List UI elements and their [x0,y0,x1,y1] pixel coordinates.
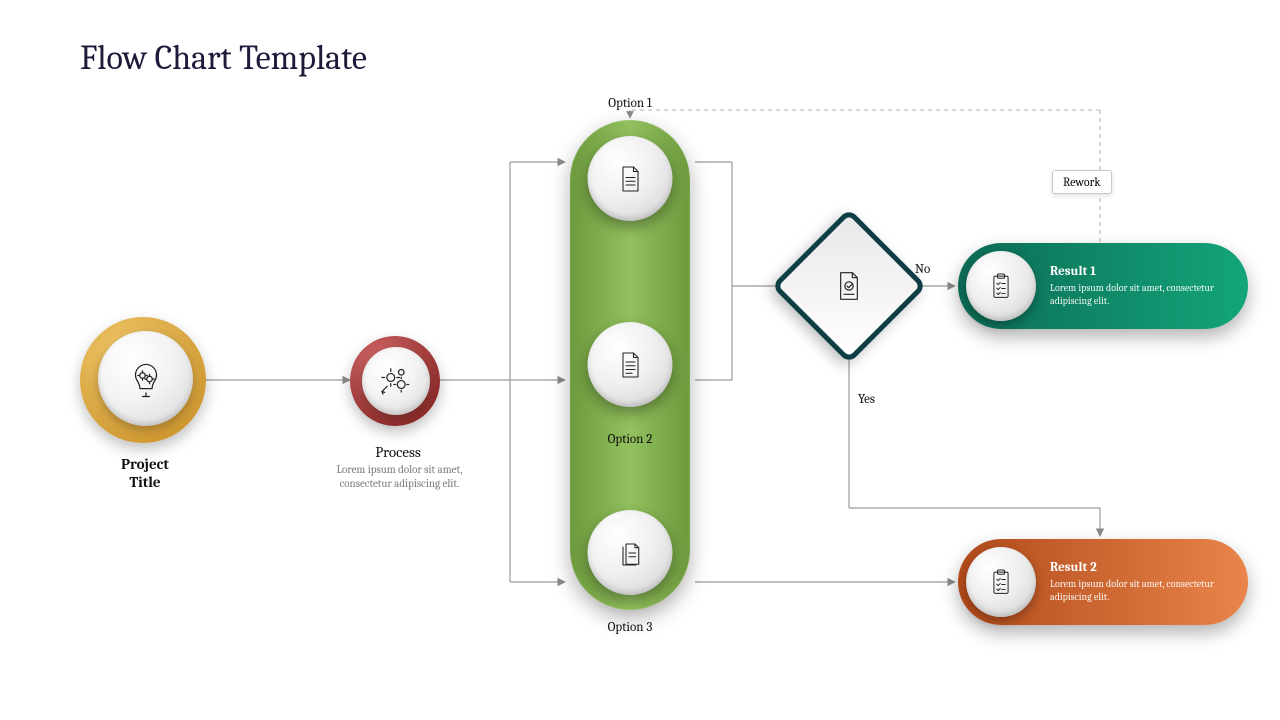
document-stack-icon [612,535,648,571]
flowchart-canvas: Flow Chart Template [0,0,1280,720]
result1-desc: Lorem ipsum dolor sit amet, consectetur … [1050,282,1230,308]
result1-node: Result 1 Lorem ipsum dolor sit amet, con… [958,243,1248,329]
project-node [80,317,206,443]
idea-gears-icon [125,358,167,400]
option3-node [588,510,673,595]
clipboard-checklist-icon [984,269,1018,303]
rework-tag: Rework [1052,170,1112,194]
process-desc: Lorem ipsum dolor sit amet, consectetur … [312,463,487,492]
option2-label: Option 2 [590,432,670,447]
decision-yes-label: Yes [858,392,875,407]
document-lines-icon [612,347,648,383]
verify-document-icon [829,266,869,306]
gears-icon [375,360,417,402]
decision-no-label: No [915,262,930,277]
option3-label: Option 3 [590,620,670,635]
options-column [570,120,690,610]
clipboard-checklist-icon [984,565,1018,599]
result2-title: Result 2 [1050,560,1230,575]
option2-node [588,322,673,407]
option1-label: Option 1 [590,96,670,111]
result1-title: Result 1 [1050,264,1230,279]
process-node [350,336,440,426]
result2-node: Result 2 Lorem ipsum dolor sit amet, con… [958,539,1248,625]
process-label: Process [358,443,438,461]
result2-desc: Lorem ipsum dolor sit amet, consectetur … [1050,578,1230,604]
project-label: Project Title [90,455,200,491]
document-lines-icon [612,161,648,197]
option1-node [588,136,673,221]
